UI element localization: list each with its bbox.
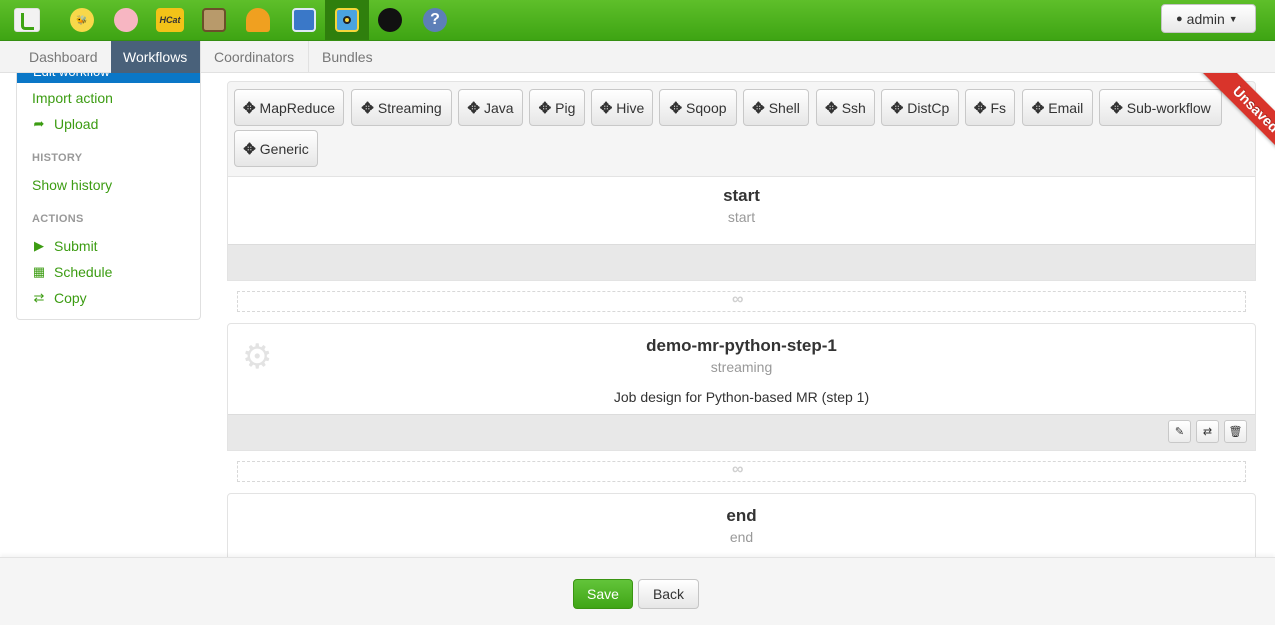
button-label: Generic — [259, 140, 309, 157]
oozie-subnav: Dashboard Workflows Coordinators Bundles — [0, 41, 1275, 73]
button-label: Fs — [990, 99, 1007, 116]
move-icon: ✥ — [752, 99, 765, 117]
play-icon: ▶ — [34, 238, 44, 253]
node-title: demo-mr-python-step-1 — [646, 336, 837, 355]
move-icon: ✥ — [538, 99, 552, 117]
button-label: Java — [484, 99, 514, 116]
user-icon: ● — [1176, 12, 1183, 25]
button-label: Sqoop — [686, 99, 727, 116]
share-arrow-icon: ➦ — [33, 116, 45, 131]
toolbox-distcp-button[interactable]: ✥ DistCp — [881, 89, 959, 126]
button-label: Email — [1048, 99, 1084, 116]
save-button[interactable]: Save — [573, 579, 633, 609]
top-navbar: 🐝 HCat ? ● admin ▼ — [0, 0, 1275, 41]
workflow-node-action[interactable]: ⚙ demo-mr-python-step-1 streaming Job de… — [227, 323, 1256, 451]
show-history-link[interactable]: Show history — [32, 177, 112, 193]
move-icon: ✥ — [243, 140, 256, 158]
history-heading: HISTORY — [32, 152, 83, 164]
user-menu-button[interactable]: ● admin ▼ — [1161, 4, 1256, 33]
move-icon: ✥ — [825, 99, 838, 117]
form-actions-bar: Save Back — [0, 557, 1275, 625]
action-toolbox: ✥ MapReduce ✥ Streaming ✥ Java ✥ Pig ✥ Hive ✥… — [227, 81, 1256, 177]
toolbox-fs-button[interactable]: ✥ Fs — [965, 89, 1015, 126]
show-history-label: Show history — [32, 177, 113, 193]
upload-label: Upload — [54, 116, 99, 132]
actions-heading: ACTIONS — [32, 213, 84, 225]
node-type: start — [727, 209, 756, 225]
toolbox-shell-button[interactable]: ✥ Shell — [743, 89, 809, 126]
button-label: Shell — [768, 99, 800, 116]
import-action-label: Import action — [32, 90, 113, 106]
link-icon: ∞ — [732, 461, 744, 478]
toolbox-pig-button[interactable]: ✥ Pig — [529, 89, 585, 126]
move-icon: ✥ — [669, 99, 683, 117]
caret-down-icon: ▼ — [1228, 13, 1238, 24]
button-label: Hive — [616, 99, 645, 116]
move-icon: ✥ — [890, 99, 904, 117]
jobdesigner-icon[interactable] — [246, 8, 270, 32]
button-label: Streaming — [377, 99, 442, 116]
toolbox-generic-button[interactable]: ✥ Generic — [234, 130, 318, 167]
node-footer: ✎ ⇄ 🗑 — [228, 414, 1255, 450]
copy-link[interactable]: ⇄ Copy — [32, 290, 87, 306]
pig-icon[interactable] — [114, 8, 138, 32]
node-title: start — [723, 186, 760, 205]
move-icon: ✥ — [467, 99, 480, 117]
filebrowser-icon[interactable] — [202, 8, 226, 32]
move-icon: ✥ — [1031, 99, 1045, 117]
calendar-icon: ▦ — [32, 264, 46, 279]
node-type: streaming — [710, 359, 773, 375]
move-icon: ✥ — [361, 99, 374, 117]
node-description: Job design for Python-based MR (step 1) — [613, 389, 870, 405]
schedule-label: Schedule — [54, 264, 113, 280]
toolbox-ssh-button[interactable]: ✥ Ssh — [816, 89, 875, 126]
tab-bundles[interactable]: Bundles — [310, 41, 388, 73]
hive-icon[interactable]: 🐝 — [70, 8, 94, 32]
move-icon: ✥ — [242, 99, 256, 117]
button-label: Pig — [555, 99, 576, 116]
toolbox-sqoop-button[interactable]: ✥ Sqoop — [659, 89, 737, 126]
toolbox-streaming-button[interactable]: ✥ Streaming — [351, 89, 452, 126]
user-menu-label: admin — [1186, 10, 1225, 27]
trash-icon[interactable]: 🗑 — [1224, 420, 1247, 443]
tab-dashboard[interactable]: Dashboard — [17, 41, 111, 73]
edit-pencil-icon[interactable]: ✎ — [1168, 420, 1191, 443]
node-type: end — [729, 529, 754, 545]
unsaved-ribbon-wrapper: Unsaved — [1185, 73, 1275, 163]
submit-label: Submit — [54, 238, 98, 254]
node-footer — [228, 244, 1255, 280]
upload-link[interactable]: ➦ Upload — [32, 116, 99, 132]
copy-label: Copy — [54, 290, 87, 306]
move-icon: ✥ — [1110, 99, 1123, 117]
workflow-node-start[interactable]: start start — [227, 176, 1256, 281]
submit-link[interactable]: ▶ Submit — [32, 238, 98, 254]
oozie-icon[interactable] — [335, 8, 359, 32]
tab-coordinators[interactable]: Coordinators — [202, 41, 309, 73]
back-button[interactable]: Back — [638, 579, 699, 609]
hcat-icon[interactable]: HCat — [156, 8, 184, 32]
retweet-icon: ⇄ — [33, 290, 45, 305]
toolbox-email-button[interactable]: ✥ Email — [1022, 89, 1093, 126]
import-action-link[interactable]: Import action — [32, 90, 113, 106]
button-label: MapReduce — [259, 99, 336, 116]
tab-workflows[interactable]: Workflows — [111, 41, 201, 73]
button-label: DistCp — [907, 99, 950, 116]
toolbox-mapreduce-button[interactable]: ✥ MapReduce — [234, 89, 344, 126]
move-icon: ✥ — [973, 99, 987, 117]
node-title: end — [726, 506, 757, 525]
unsaved-ribbon: Unsaved — [1201, 73, 1275, 163]
toolbox-hive-button[interactable]: ✥ Hive — [591, 89, 653, 126]
jobbrowser-icon[interactable] — [292, 8, 316, 32]
hue-logo-icon[interactable] — [14, 8, 40, 32]
move-icon: ✥ — [599, 99, 613, 117]
schedule-link[interactable]: ▦ Schedule — [32, 264, 113, 280]
sidebar-item-edit-workflow[interactable]: Edit workflow — [17, 73, 200, 83]
clone-retweet-icon[interactable]: ⇄ — [1196, 420, 1219, 443]
toolbox-java-button[interactable]: ✥ Java — [458, 89, 523, 126]
help-icon[interactable]: ? — [423, 8, 447, 32]
sidebar: Edit workflow Import action ➦ Upload HIS… — [16, 73, 201, 320]
useradmin-icon[interactable] — [378, 8, 402, 32]
button-label: Ssh — [841, 99, 866, 116]
link-icon: ∞ — [732, 291, 744, 308]
